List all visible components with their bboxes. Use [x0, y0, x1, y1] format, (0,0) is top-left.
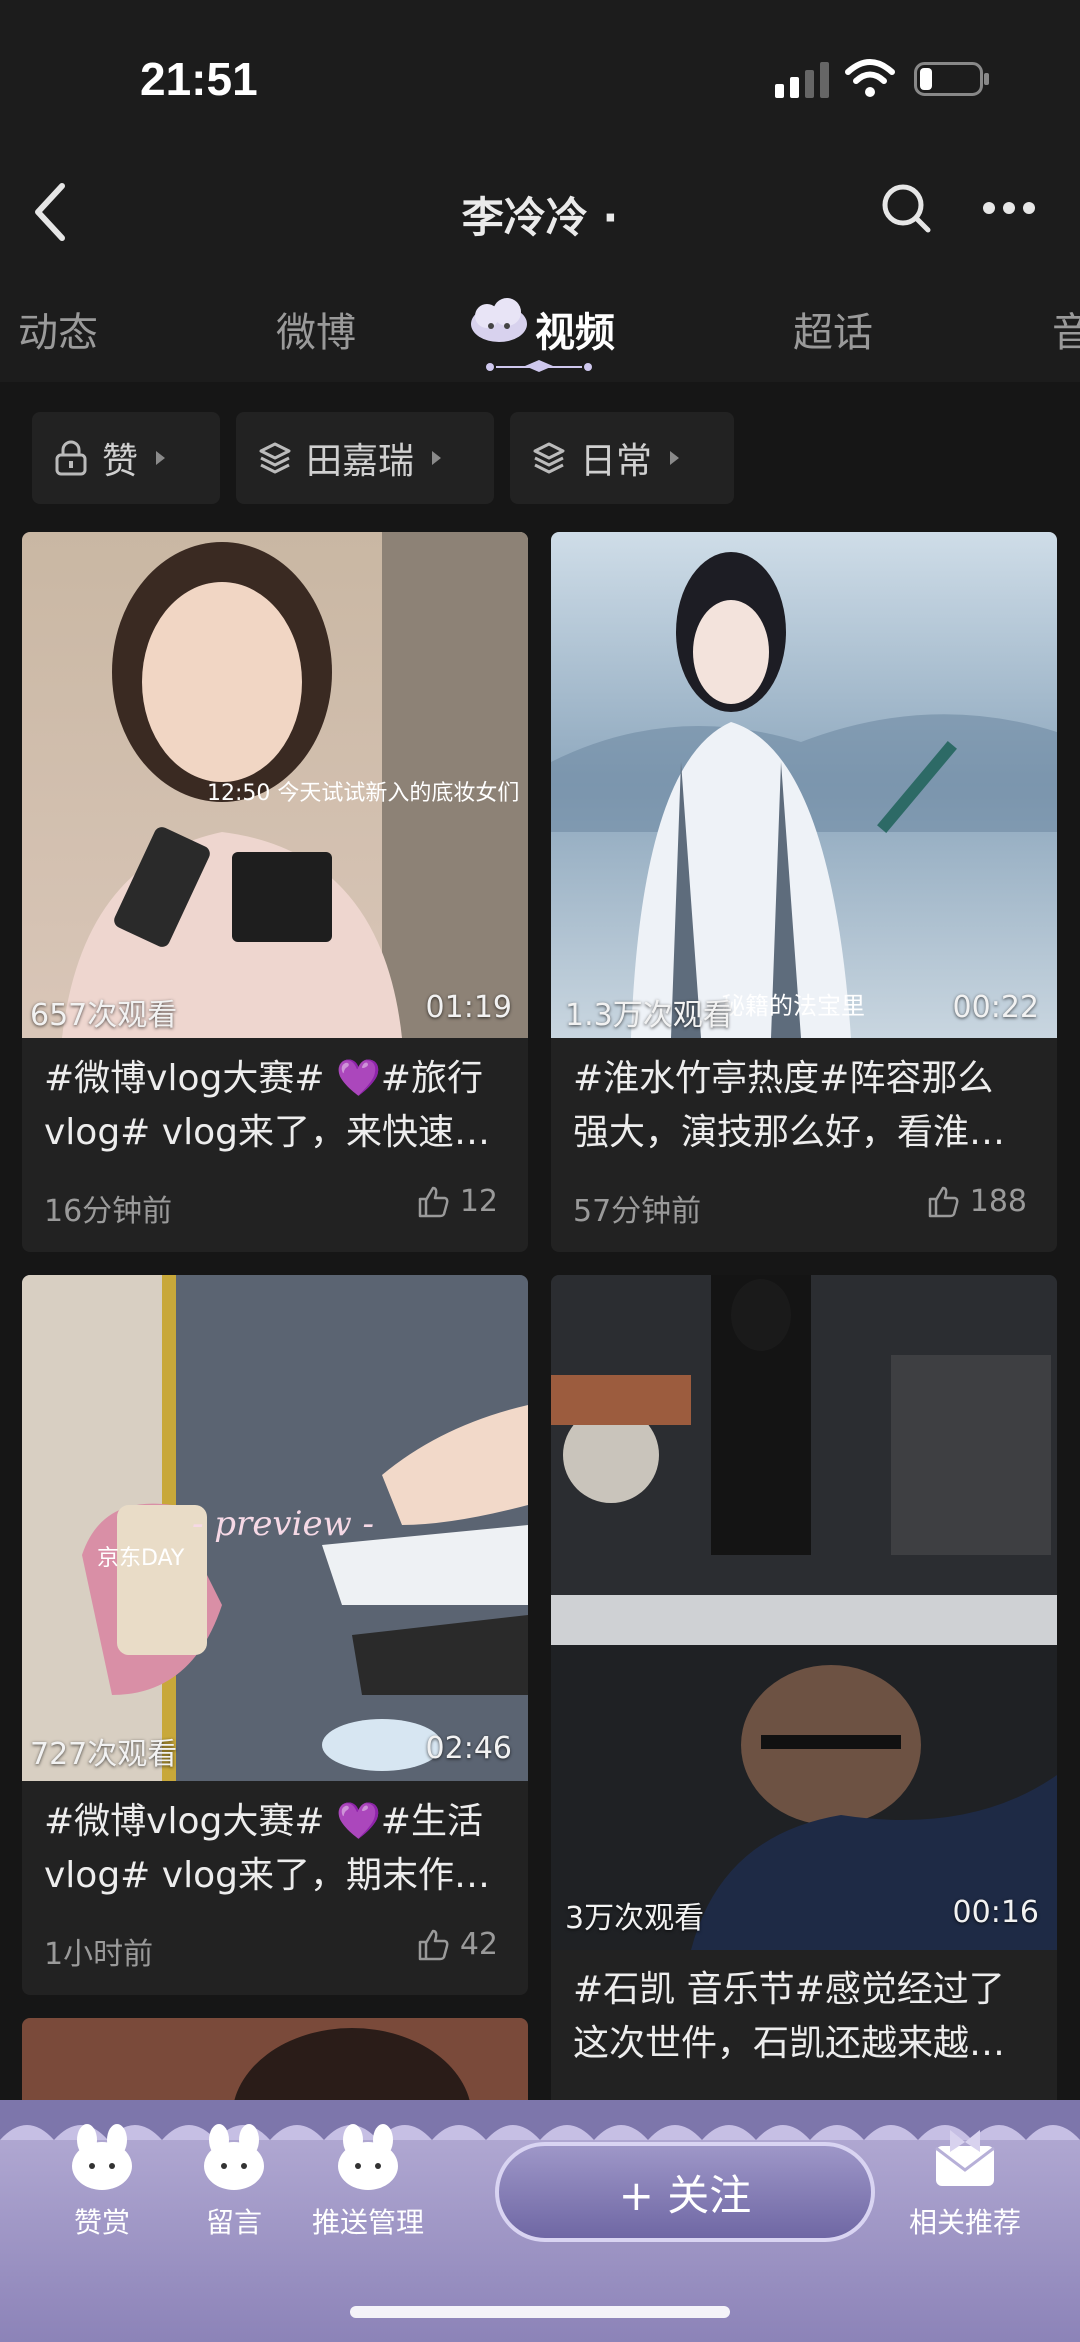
- like-count: 12: [459, 1184, 498, 1219]
- wifi-icon: [845, 59, 895, 97]
- video-title: #微博vlog大赛# 💜#生活 vlog# vlog来了，期末作…: [44, 1795, 514, 1903]
- video-thumbnail[interactable]: 秘籍的法宝里: [551, 532, 1057, 1038]
- push-management-label: 推送管理: [311, 2206, 424, 2239]
- filter-chip-daily[interactable]: 日常: [510, 412, 734, 504]
- video-card[interactable]: 3万次观看 00:16 #石凯 音乐节#感觉经过了 这次世件，石凯还越来越…: [551, 1275, 1057, 2115]
- chevron-right-icon: [156, 451, 166, 465]
- video-duration: 02:46: [425, 1731, 512, 1766]
- tab-supertopic[interactable]: 超话: [793, 300, 873, 358]
- video-title-line: 强大，演技那么好，看淮…: [573, 1112, 1006, 1153]
- layers-icon: [533, 442, 565, 474]
- video-title-line: vlog# vlog来了，期末作…: [44, 1855, 490, 1896]
- bunny-icon: [72, 2124, 132, 2190]
- comment-button[interactable]: 留言: [194, 2122, 274, 2241]
- post-time: 57分钟前: [573, 1194, 702, 1229]
- bunny-icon: [204, 2124, 264, 2190]
- tab-music[interactable]: 音: [1052, 300, 1080, 358]
- comment-label: 留言: [205, 2206, 262, 2239]
- filter-chip-tian-jiarui[interactable]: 田嘉瑞: [236, 412, 494, 504]
- view-count: 657次观看: [30, 998, 178, 1033]
- reward-button[interactable]: 赞赏: [62, 2122, 142, 2241]
- like-count: 188: [969, 1184, 1027, 1219]
- video-title: #石凯 音乐节#感觉经过了 这次世件，石凯还越来越…: [573, 1963, 1043, 2071]
- like-button[interactable]: 42: [416, 1927, 498, 1962]
- filter-chip-label: 日常: [580, 441, 653, 482]
- thumbs-up-icon: [418, 1186, 449, 1217]
- related-recommend-button[interactable]: 相关推荐: [900, 2122, 1030, 2241]
- post-time: 1小时前: [44, 1937, 154, 1972]
- overlay-caption: 秘籍的法宝里: [721, 992, 865, 1020]
- view-count: 3万次观看: [565, 1901, 705, 1936]
- video-title-line: #微博vlog大赛# 💜#生活: [44, 1801, 483, 1842]
- related-recommend-label: 相关推荐: [908, 2206, 1021, 2239]
- video-title-line: vlog# vlog来了，来快速…: [44, 1112, 490, 1153]
- more-options-icon[interactable]: [982, 200, 1036, 216]
- overlay-caption: 京东DAY: [97, 1546, 185, 1571]
- video-title-line: #淮水竹亭热度#阵容那么: [573, 1058, 994, 1099]
- profile-tabs: 动态 微博 视频 超话 音: [0, 270, 1080, 382]
- video-thumbnail[interactable]: 12:50 今天试试新入的底妆女们: [22, 532, 528, 1038]
- lock-icon: [55, 440, 87, 476]
- tab-active-bow-indicator: [486, 360, 592, 372]
- tab-video[interactable]: 视频: [535, 300, 615, 358]
- push-management-button[interactable]: 推送管理: [308, 2122, 428, 2241]
- tab-dynamic[interactable]: 动态: [18, 300, 98, 358]
- video-title: #淮水竹亭热度#阵容那么 强大，演技那么好，看淮…: [573, 1052, 1043, 1160]
- video-title-line: 这次世件，石凯还越来越…: [573, 2023, 1006, 2064]
- follow-button[interactable]: + 关注: [495, 2142, 875, 2242]
- home-indicator: [350, 2306, 730, 2318]
- thumbs-up-icon: [418, 1929, 449, 1960]
- overlay-caption: - preview -: [192, 1504, 374, 1544]
- overlay-caption: 12:50 今天试试新入的底妆女们: [207, 781, 519, 806]
- layers-icon: [259, 442, 291, 474]
- envelope-bow-icon: [935, 2130, 995, 2186]
- filter-chip-like[interactable]: 赞: [32, 412, 220, 504]
- video-title-line: #微博vlog大赛# 💜#旅行: [44, 1058, 483, 1099]
- video-thumbnail[interactable]: [551, 1275, 1057, 1950]
- video-title: #微博vlog大赛# 💜#旅行 vlog# vlog来了，来快速…: [44, 1052, 514, 1160]
- search-icon[interactable]: [880, 182, 932, 234]
- video-title-line: #石凯 音乐节#感觉经过了: [573, 1969, 1005, 2010]
- video-card[interactable]: 12:50 今天试试新入的底妆女们 657次观看 01:19 #微博vlog大赛…: [22, 532, 528, 1252]
- tab-weibo[interactable]: 微博: [276, 300, 356, 358]
- reward-label: 赞赏: [73, 2206, 130, 2239]
- video-duration: 01:19: [425, 990, 512, 1025]
- battery-icon: [914, 62, 989, 96]
- video-duration: 00:16: [952, 1895, 1039, 1930]
- like-button[interactable]: 188: [926, 1184, 1027, 1219]
- video-duration: 00:22: [952, 990, 1039, 1025]
- nav-bar: 李冷冷 ·: [0, 160, 1080, 270]
- status-time: 21:51: [140, 53, 258, 105]
- video-thumbnail[interactable]: - preview - 京东DAY: [22, 1275, 528, 1781]
- cellular-signal-icon: [775, 62, 829, 98]
- status-bar: 21:51: [0, 0, 1080, 160]
- thumbs-up-icon: [928, 1186, 959, 1217]
- like-button[interactable]: 12: [416, 1184, 498, 1219]
- filter-chip-label: 田嘉瑞: [306, 441, 415, 482]
- video-card[interactable]: 秘籍的法宝里 1.3万次观看 00:22 #淮水竹亭热度#阵容那么 强大，演技那…: [551, 532, 1057, 1252]
- view-count: 727次观看: [30, 1737, 178, 1772]
- filter-chip-label: 赞: [102, 441, 139, 482]
- chevron-right-icon: [432, 451, 442, 465]
- like-count: 42: [459, 1927, 498, 1962]
- chevron-right-icon: [670, 451, 680, 465]
- bunny-icon: [338, 2124, 398, 2190]
- view-count: 1.3万次观看: [565, 998, 733, 1033]
- post-time: 16分钟前: [44, 1194, 173, 1229]
- cloud-bunny-icon: [471, 298, 527, 342]
- video-card[interactable]: - preview - 京东DAY 727次观看 02:46 #微博vlog大赛…: [22, 1275, 528, 1995]
